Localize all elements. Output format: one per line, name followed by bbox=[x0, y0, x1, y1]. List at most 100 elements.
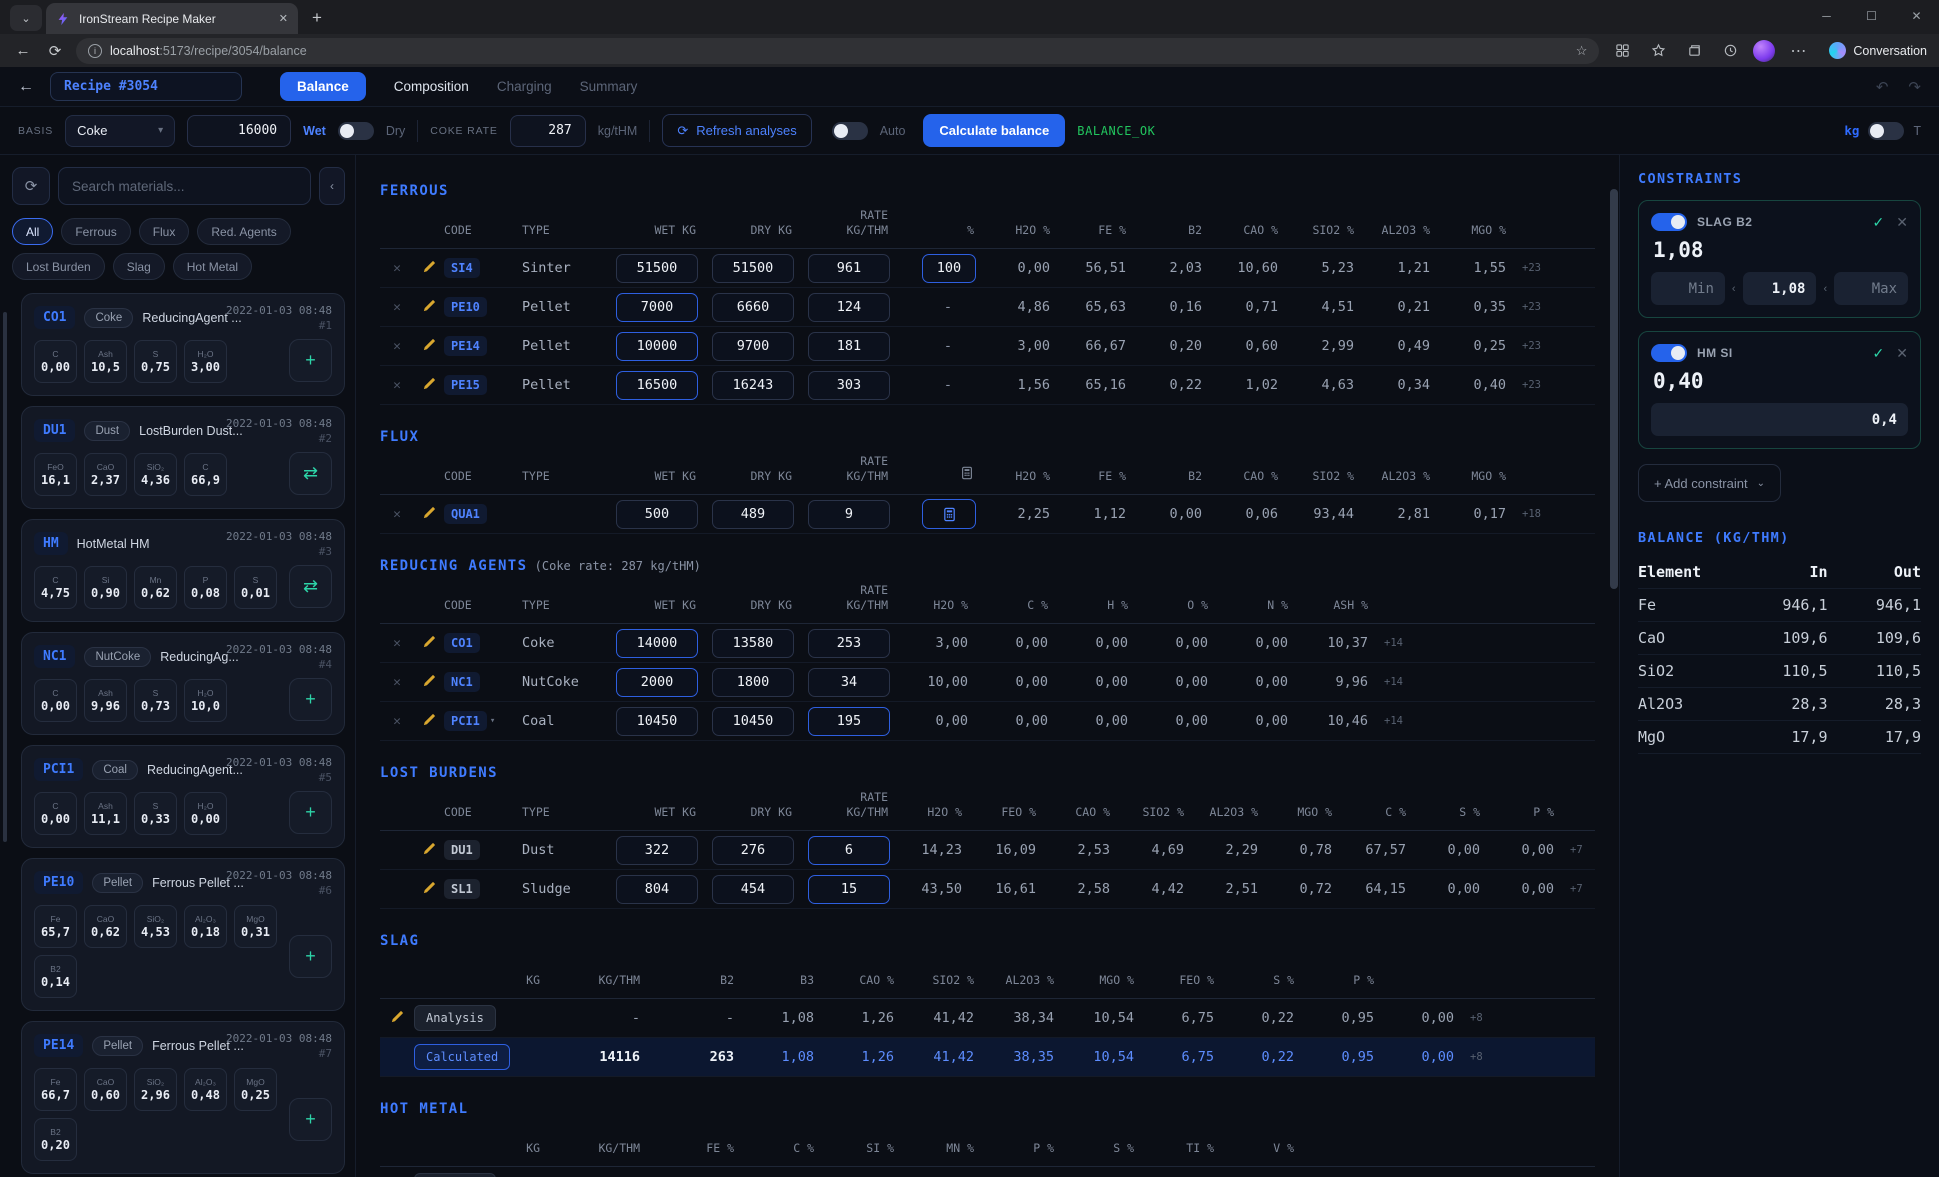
add-material-button[interactable]: + bbox=[289, 1098, 332, 1141]
remove-row-button[interactable]: ✕ bbox=[380, 507, 414, 522]
basis-amount-input[interactable]: 16000 bbox=[187, 115, 291, 147]
material-card-pe14[interactable]: PE14PelletFerrous Pellet ...2022-01-03 0… bbox=[21, 1021, 345, 1174]
wet-kg-input[interactable]: 322 bbox=[616, 836, 698, 865]
material-code-badge[interactable]: NC1 bbox=[444, 672, 480, 692]
wet-kg-input[interactable]: 7000 bbox=[616, 293, 698, 322]
edit-row-button[interactable] bbox=[414, 259, 444, 278]
dry-kg-input[interactable]: 454 bbox=[712, 875, 794, 904]
wet-kg-input[interactable]: 10450 bbox=[616, 707, 698, 736]
constraint-toggle[interactable] bbox=[1651, 344, 1687, 362]
browser-tab[interactable]: IronStream Recipe Maker ✕ bbox=[46, 3, 298, 34]
edit-row-button[interactable] bbox=[414, 505, 444, 524]
calculate-balance-button[interactable]: Calculate balance bbox=[923, 114, 1065, 147]
rate-input[interactable]: 6 bbox=[808, 836, 890, 865]
window-close-button[interactable]: ✕ bbox=[1894, 0, 1939, 32]
constraint-toggle[interactable] bbox=[1651, 213, 1687, 231]
filter-chip-hot-metal[interactable]: Hot Metal bbox=[173, 253, 252, 280]
check-icon[interactable]: ✓ bbox=[1873, 214, 1885, 231]
material-code-badge[interactable]: PE15 bbox=[444, 375, 487, 395]
tab-search-button[interactable]: ⌄ bbox=[10, 5, 42, 31]
tab-summary[interactable]: Summary bbox=[580, 79, 638, 94]
wet-kg-input[interactable]: 500 bbox=[616, 500, 698, 529]
dry-kg-input[interactable]: 16243 bbox=[712, 371, 794, 400]
redo-icon[interactable]: ↷ bbox=[1908, 78, 1921, 96]
filter-chip-red-agents[interactable]: Red. Agents bbox=[197, 218, 290, 245]
collections-icon[interactable] bbox=[1681, 39, 1707, 63]
recipe-title[interactable]: Recipe #3054 bbox=[50, 72, 242, 101]
add-material-button[interactable]: + bbox=[289, 678, 332, 721]
wet-kg-input[interactable]: 2000 bbox=[616, 668, 698, 697]
current-input[interactable]: 1,08 bbox=[1743, 272, 1817, 305]
remove-row-button[interactable]: ✕ bbox=[380, 378, 414, 393]
tab-composition[interactable]: Composition bbox=[394, 79, 469, 94]
app-back-button[interactable]: ← bbox=[18, 78, 34, 96]
analysis-chip[interactable]: Analysis bbox=[414, 1005, 496, 1031]
profile-avatar[interactable] bbox=[1753, 40, 1775, 62]
browser-reload-icon[interactable]: ⟳ bbox=[44, 42, 66, 60]
wet-kg-input[interactable]: 14000 bbox=[616, 629, 698, 658]
rate-input[interactable]: 961 bbox=[808, 254, 890, 283]
conversation-button[interactable]: Conversation bbox=[1829, 42, 1927, 59]
rate-input[interactable]: 15 bbox=[808, 875, 890, 904]
refresh-analyses-button[interactable]: ⟳ Refresh analyses bbox=[662, 114, 811, 147]
wet-kg-input[interactable]: 51500 bbox=[616, 254, 698, 283]
tab-charging[interactable]: Charging bbox=[497, 79, 552, 94]
chevron-down-icon[interactable]: ▾ bbox=[490, 716, 495, 726]
sidebar-scrollbar[interactable] bbox=[3, 312, 7, 842]
edit-row-button[interactable] bbox=[414, 880, 444, 899]
swap-material-button[interactable]: ⇄ bbox=[289, 452, 332, 495]
window-minimize-button[interactable]: ─ bbox=[1804, 0, 1849, 32]
tab-close-icon[interactable]: ✕ bbox=[279, 12, 288, 25]
window-maximize-button[interactable]: ☐ bbox=[1849, 0, 1894, 32]
material-card-pe10[interactable]: PE10PelletFerrous Pellet ...2022-01-03 0… bbox=[21, 858, 345, 1011]
calculated-chip[interactable]: Calculated bbox=[414, 1044, 510, 1070]
add-material-button[interactable]: + bbox=[289, 791, 332, 834]
dry-kg-input[interactable]: 1800 bbox=[712, 668, 794, 697]
edit-row-button[interactable] bbox=[380, 1009, 414, 1028]
wet-kg-input[interactable]: 16500 bbox=[616, 371, 698, 400]
close-icon[interactable]: ✕ bbox=[1896, 345, 1908, 362]
edit-row-button[interactable] bbox=[414, 298, 444, 317]
rate-input[interactable]: 253 bbox=[808, 629, 890, 658]
dry-kg-input[interactable]: 6660 bbox=[712, 293, 794, 322]
edit-row-button[interactable] bbox=[414, 337, 444, 356]
remove-row-button[interactable]: ✕ bbox=[380, 300, 414, 315]
wet-kg-input[interactable]: 10000 bbox=[616, 332, 698, 361]
history-clock-icon[interactable] bbox=[1717, 39, 1743, 63]
dry-kg-input[interactable]: 9700 bbox=[712, 332, 794, 361]
rate-input[interactable]: 9 bbox=[808, 500, 890, 529]
dry-kg-input[interactable]: 10450 bbox=[712, 707, 794, 736]
swap-material-button[interactable]: ⇄ bbox=[289, 565, 332, 608]
max-input[interactable]: Max bbox=[1834, 272, 1908, 305]
collapse-sidebar-button[interactable]: ‹ bbox=[319, 167, 345, 205]
remove-row-button[interactable]: ✕ bbox=[380, 636, 414, 651]
calculator-button[interactable] bbox=[922, 499, 976, 529]
edit-row-button[interactable] bbox=[414, 841, 444, 860]
wet-dry-toggle[interactable] bbox=[338, 122, 374, 140]
material-code-badge[interactable]: SI4 bbox=[444, 258, 480, 278]
remove-row-button[interactable]: ✕ bbox=[380, 714, 414, 729]
browser-menu-icon[interactable]: ⋯ bbox=[1785, 39, 1811, 63]
material-code-badge[interactable]: PE14 bbox=[444, 336, 487, 356]
rate-input[interactable]: 124 bbox=[808, 293, 890, 322]
kg-t-toggle[interactable] bbox=[1868, 122, 1904, 140]
extensions-puzzle-icon[interactable] bbox=[1609, 39, 1635, 63]
favorites-icon[interactable] bbox=[1645, 39, 1671, 63]
material-code-badge[interactable]: CO1 bbox=[444, 633, 480, 653]
add-constraint-button[interactable]: + Add constraint ⌄ bbox=[1638, 464, 1781, 502]
material-code-badge[interactable]: SL1 bbox=[444, 879, 480, 899]
add-material-button[interactable]: + bbox=[289, 935, 332, 978]
remove-row-button[interactable]: ✕ bbox=[380, 675, 414, 690]
edit-row-button[interactable] bbox=[414, 634, 444, 653]
rate-input[interactable]: 303 bbox=[808, 371, 890, 400]
basis-select[interactable]: Coke ▾ bbox=[65, 115, 175, 147]
material-card-hm[interactable]: HMHotMetal HM2022-01-03 08:48#3C4,75Si0,… bbox=[21, 519, 345, 622]
main-scrollbar[interactable] bbox=[1610, 189, 1618, 589]
edit-row-button[interactable] bbox=[414, 673, 444, 692]
search-input[interactable] bbox=[58, 167, 311, 205]
add-material-button[interactable]: + bbox=[289, 339, 332, 382]
analysis-chip[interactable]: Analysis bbox=[414, 1173, 496, 1177]
rate-input[interactable]: 195 bbox=[808, 707, 890, 736]
filter-chip-ferrous[interactable]: Ferrous bbox=[61, 218, 130, 245]
target-input[interactable]: 0,4 bbox=[1651, 403, 1908, 436]
